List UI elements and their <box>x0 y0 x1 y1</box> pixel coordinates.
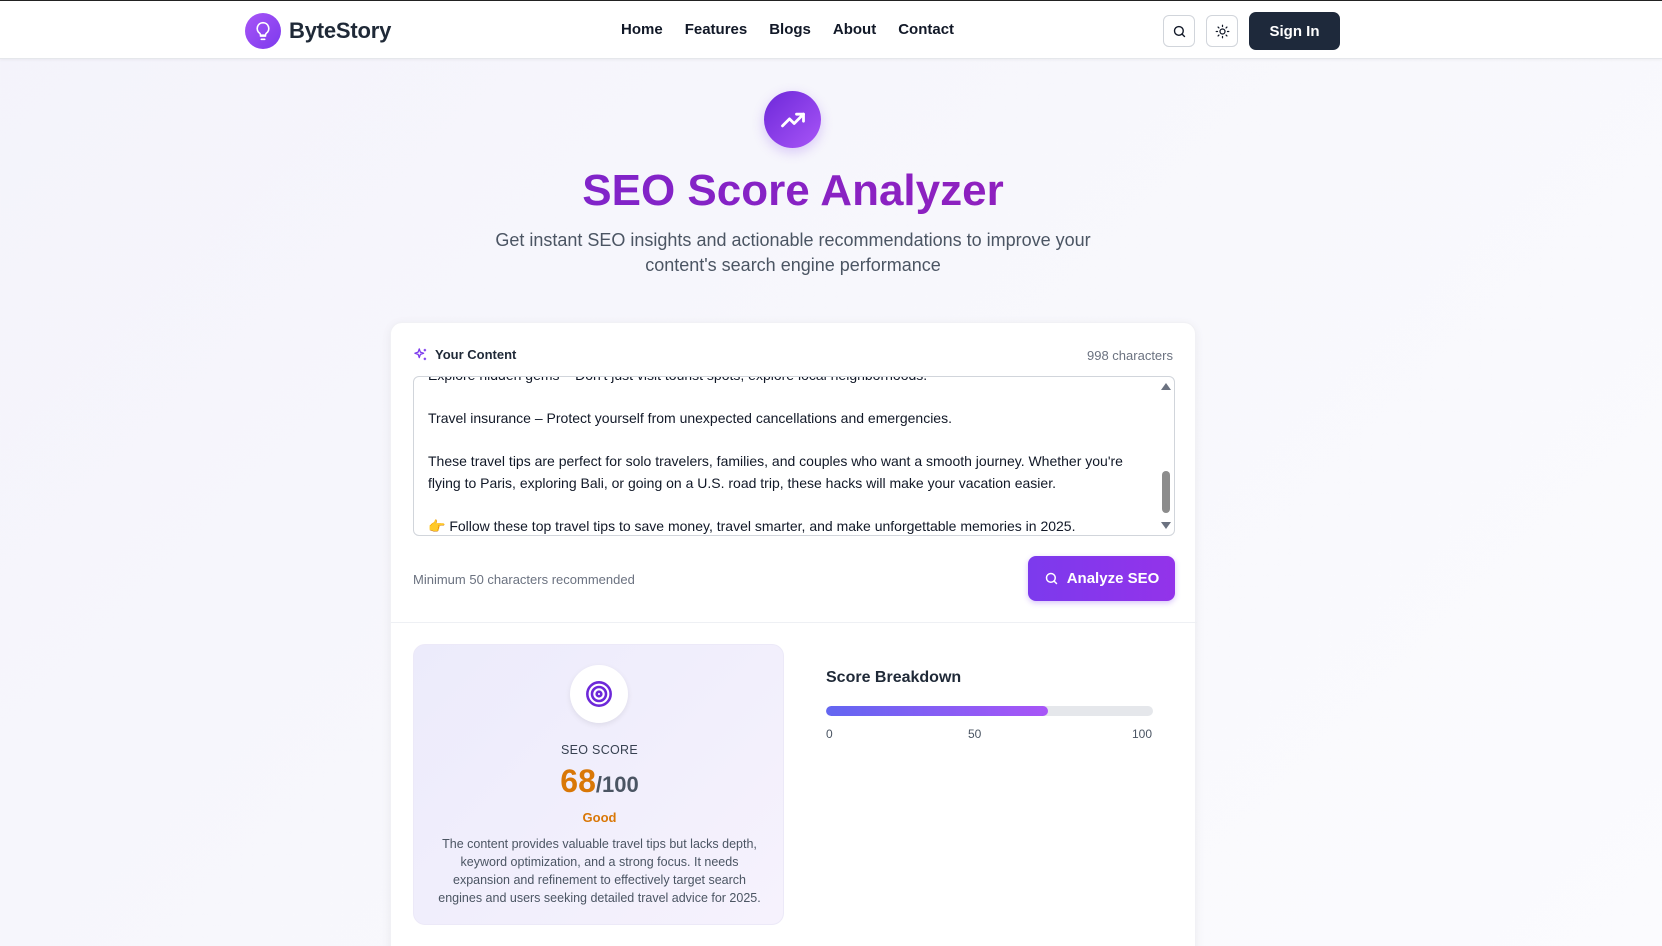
main-nav: Home Features Blogs About Contact <box>621 21 954 38</box>
nav-contact[interactable]: Contact <box>898 21 954 38</box>
scale-tick-mid: 50 <box>968 727 982 741</box>
page-title: SEO Score Analyzer <box>0 166 1586 216</box>
min-length-hint: Minimum 50 characters recommended <box>413 572 635 587</box>
scale-tick-min: 0 <box>826 727 833 741</box>
target-icon <box>570 665 628 723</box>
content-header: Your Content <box>413 347 516 362</box>
sparkles-icon <box>414 348 427 361</box>
seo-score-card: SEO SCORE 68/100 Good The content provid… <box>413 644 784 925</box>
score-max: /100 <box>595 772 639 797</box>
content-text: Explore hidden gems – Don't just visit t… <box>428 377 1123 534</box>
analyze-seo-label: Analyze SEO <box>1066 570 1160 587</box>
brand-name: ByteStory <box>289 18 392 43</box>
sun-icon <box>1215 24 1229 38</box>
nav-home[interactable]: Home <box>621 21 663 38</box>
scale-tick-max: 100 <box>1132 727 1153 741</box>
search-button[interactable] <box>1163 15 1195 47</box>
scroll-thumb[interactable] <box>1162 471 1170 513</box>
sign-in-button[interactable]: Sign In <box>1249 12 1340 50</box>
search-icon <box>1045 572 1057 585</box>
analyze-seo-button[interactable]: Analyze SEO <box>1028 556 1175 601</box>
seo-score-label: SEO SCORE <box>560 743 639 757</box>
score-progress-fill <box>826 706 1049 716</box>
trending-up-icon <box>764 91 821 148</box>
divider <box>391 622 1197 623</box>
top-navbar: ByteStory Home Features Blogs About Cont… <box>0 0 1662 59</box>
score-progress-track <box>826 706 1153 716</box>
scroll-up-arrow[interactable] <box>1161 383 1171 390</box>
brand[interactable]: ByteStory <box>245 13 391 49</box>
textarea-scrollbar[interactable] <box>1157 377 1174 535</box>
theme-toggle-button[interactable] <box>1206 15 1238 47</box>
page-subtitle: Get instant SEO insights and actionable … <box>495 230 1091 275</box>
scroll-down-arrow[interactable] <box>1161 522 1171 529</box>
lightbulb-icon <box>245 13 281 49</box>
nav-features[interactable]: Features <box>685 21 748 38</box>
score-breakdown-title: Score Breakdown <box>826 669 962 686</box>
search-icon <box>1173 25 1185 37</box>
nav-blogs[interactable]: Blogs <box>769 21 811 38</box>
analyzer-card: Your Content 998 characters Explore hidd… <box>390 322 1197 946</box>
seo-score-value: 68/100 <box>414 763 785 800</box>
score-summary: The content provides valuable travel tip… <box>438 837 761 905</box>
score-rating: Good <box>582 810 617 825</box>
nav-about[interactable]: About <box>833 21 876 38</box>
content-label: Your Content <box>435 347 517 362</box>
content-textarea[interactable]: Explore hidden gems – Don't just visit t… <box>413 376 1175 536</box>
character-count: 998 characters <box>1087 348 1173 363</box>
score-number: 68 <box>560 763 596 799</box>
